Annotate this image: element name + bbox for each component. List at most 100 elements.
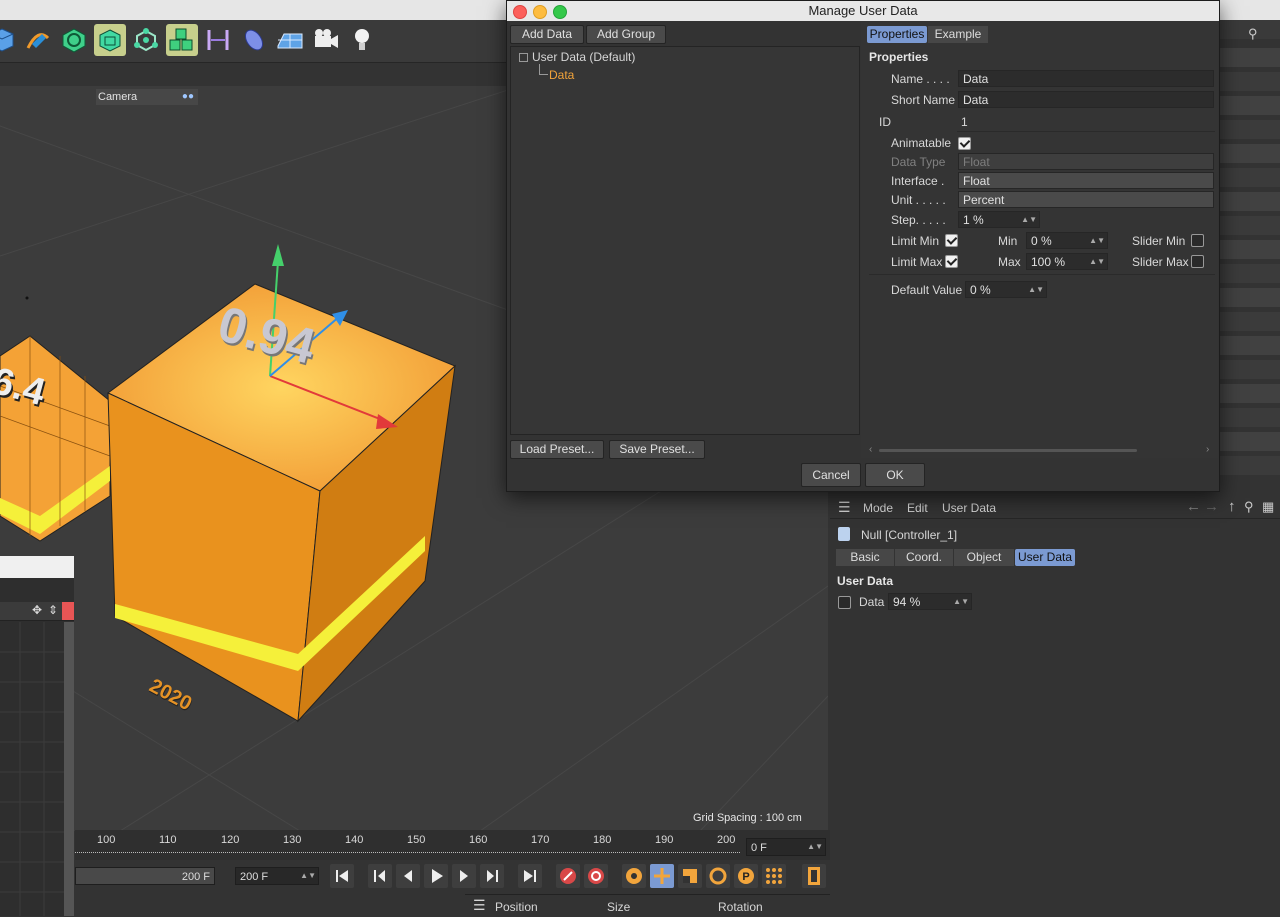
- tab-example[interactable]: Example: [928, 26, 988, 43]
- keyframe-settings-icon[interactable]: [622, 864, 646, 888]
- step-field[interactable]: 1 % ▲▼: [958, 211, 1040, 228]
- prev-frame-icon[interactable]: [396, 864, 420, 888]
- tree-collapse-icon[interactable]: [519, 53, 528, 62]
- spinner-icon[interactable]: ▲▼: [807, 843, 823, 851]
- hamburger-menu-icon[interactable]: ☰: [473, 897, 486, 914]
- limit-max-checkbox[interactable]: [945, 255, 958, 268]
- camera-menu-icon: ●●: [181, 91, 194, 102]
- data-value-text: 94 %: [893, 595, 921, 609]
- ok-button[interactable]: OK: [865, 463, 925, 487]
- spinner-icon[interactable]: ▲▼: [953, 598, 969, 606]
- limit-min-checkbox[interactable]: [945, 234, 958, 247]
- tab-properties[interactable]: Properties: [867, 26, 927, 43]
- add-data-button[interactable]: Add Data: [510, 25, 584, 44]
- user-data-tree[interactable]: User Data (Default) Data: [510, 46, 860, 435]
- default-value-field[interactable]: 0 % ▲▼: [965, 281, 1047, 298]
- spinner-icon[interactable]: ▲▼: [1028, 286, 1044, 294]
- slider-max-checkbox[interactable]: [1191, 255, 1204, 268]
- deformer-icon[interactable]: [238, 24, 270, 56]
- cube-icon[interactable]: [0, 24, 18, 56]
- timeline-ruler[interactable]: 100 110 120 130 140 150 160 170 180 190 …: [75, 830, 830, 860]
- record-icon[interactable]: [556, 864, 580, 888]
- scroll-left-icon[interactable]: ‹: [869, 444, 872, 455]
- tree-root-item[interactable]: User Data (Default): [532, 50, 635, 64]
- close-window-icon[interactable]: [513, 5, 527, 19]
- play-icon[interactable]: [424, 864, 448, 888]
- menu-mode[interactable]: Mode: [863, 501, 893, 515]
- spinner-icon[interactable]: ▲▼: [300, 872, 316, 880]
- move-icon[interactable]: ✥: [32, 603, 42, 617]
- key-parameter-icon[interactable]: P: [734, 864, 758, 888]
- go-to-start-icon[interactable]: [330, 864, 354, 888]
- animation-keyframe-icon[interactable]: [838, 596, 851, 609]
- timeline-window-icon[interactable]: [802, 864, 826, 888]
- light-icon[interactable]: [346, 24, 378, 56]
- interface-dropdown[interactable]: Float: [958, 172, 1214, 189]
- up-arrow-icon[interactable]: ↑: [1228, 498, 1236, 515]
- spinner-icon[interactable]: ▲▼: [1021, 216, 1037, 224]
- slider-min-checkbox[interactable]: [1191, 234, 1204, 247]
- grid-spacing-label: Grid Spacing : 100 cm: [693, 812, 802, 824]
- properties-panel: Properties Example Properties Name . . .…: [861, 22, 1218, 458]
- save-preset-button[interactable]: Save Preset...: [609, 440, 705, 459]
- short-name-field[interactable]: Data: [958, 91, 1214, 108]
- key-position-icon[interactable]: [650, 864, 674, 888]
- data-value-field[interactable]: 94 % ▲▼: [888, 593, 972, 610]
- camera-label[interactable]: Camera ●●: [96, 89, 198, 105]
- next-key-icon[interactable]: [480, 864, 504, 888]
- cloner-icon[interactable]: [166, 24, 198, 56]
- tick-label: 100: [97, 834, 116, 846]
- camera-icon[interactable]: [310, 24, 342, 56]
- cancel-button[interactable]: Cancel: [801, 463, 861, 487]
- menu-edit[interactable]: Edit: [907, 501, 928, 515]
- max-field[interactable]: 100 % ▲▼: [1026, 253, 1108, 270]
- autokey-icon[interactable]: [584, 864, 608, 888]
- data-field-label: Data: [859, 595, 885, 609]
- scale-icon[interactable]: ⇕: [48, 603, 58, 617]
- end-frame-text: 200 F: [181, 871, 210, 883]
- key-scale-icon[interactable]: [678, 864, 702, 888]
- current-frame-field[interactable]: 0 F ▲▼: [746, 838, 826, 856]
- pen-icon[interactable]: [22, 24, 54, 56]
- hamburger-menu-icon[interactable]: ☰: [838, 499, 851, 516]
- tab-object[interactable]: Object: [954, 549, 1014, 566]
- end-frame-field[interactable]: 200 F ▲▼: [235, 867, 319, 885]
- array-icon[interactable]: [130, 24, 162, 56]
- load-preset-button[interactable]: Load Preset...: [510, 440, 604, 459]
- minimize-window-icon[interactable]: [533, 5, 547, 19]
- lock-icon[interactable]: ▦: [1262, 499, 1274, 515]
- animatable-checkbox[interactable]: [958, 137, 971, 150]
- short-name-label: Short Name: [891, 93, 956, 107]
- key-rotation-icon[interactable]: [706, 864, 730, 888]
- tick-label: 140: [345, 834, 364, 846]
- scroll-right-icon[interactable]: ›: [1206, 444, 1209, 455]
- tab-coord[interactable]: Coord.: [895, 549, 953, 566]
- tab-user-data[interactable]: User Data: [1015, 549, 1075, 566]
- spinner-icon[interactable]: ▲▼: [1089, 237, 1105, 245]
- extrude-icon[interactable]: [94, 24, 126, 56]
- next-frame-icon[interactable]: [452, 864, 476, 888]
- name-field[interactable]: Data: [958, 70, 1214, 87]
- panel-scrollbar[interactable]: [64, 622, 74, 916]
- tab-basic[interactable]: Basic: [836, 549, 894, 566]
- search-icon[interactable]: ⚲: [1244, 499, 1254, 515]
- back-arrow-icon[interactable]: ←: [1186, 498, 1201, 515]
- bend-icon[interactable]: [202, 24, 234, 56]
- horizontal-scrollbar[interactable]: [879, 449, 1137, 452]
- unit-dropdown[interactable]: Percent: [958, 191, 1214, 208]
- data-type-value: Float: [963, 155, 990, 169]
- close-marker-icon[interactable]: [62, 602, 74, 620]
- subdivision-icon[interactable]: [58, 24, 90, 56]
- tree-child-item[interactable]: Data: [549, 68, 574, 82]
- spinner-icon[interactable]: ▲▼: [1089, 258, 1105, 266]
- add-group-button[interactable]: Add Group: [586, 25, 666, 44]
- forward-arrow-icon[interactable]: →: [1204, 498, 1219, 515]
- zoom-window-icon[interactable]: [553, 5, 567, 19]
- search-icon[interactable]: ⚲: [1248, 26, 1268, 42]
- floor-icon[interactable]: [274, 24, 306, 56]
- min-field[interactable]: 0 % ▲▼: [1026, 232, 1108, 249]
- prev-key-icon[interactable]: [368, 864, 392, 888]
- go-to-end-icon[interactable]: [518, 864, 542, 888]
- key-pla-icon[interactable]: [762, 864, 786, 888]
- menu-user-data[interactable]: User Data: [942, 501, 996, 515]
